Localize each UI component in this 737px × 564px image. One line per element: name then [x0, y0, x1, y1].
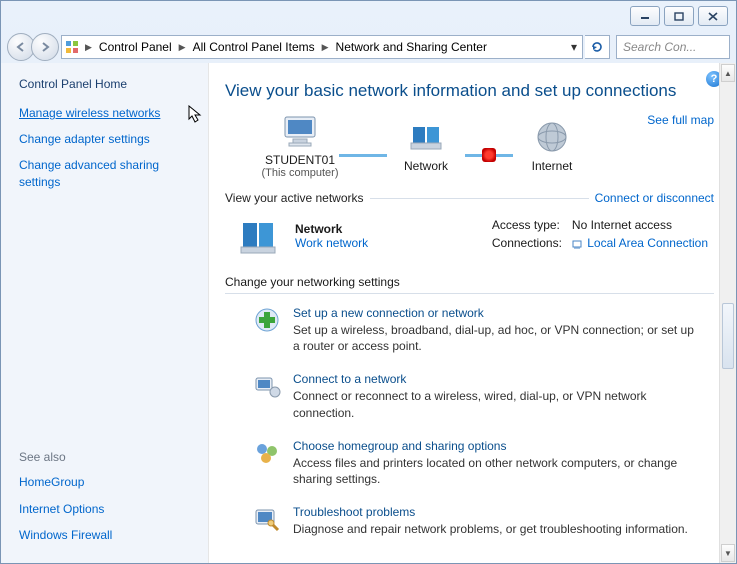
titlebar [1, 1, 736, 31]
breadcrumb-item[interactable]: Network and Sharing Center [332, 40, 491, 54]
x-error-icon [482, 148, 496, 162]
refresh-icon [590, 40, 604, 54]
task-title[interactable]: Set up a new connection or network [293, 306, 698, 320]
sidebar-item-label: Manage wireless networks [19, 106, 160, 120]
network-name: Network [295, 222, 368, 236]
minimize-button[interactable] [630, 6, 660, 26]
sidebar-link-adapter-settings[interactable]: Change adapter settings [19, 131, 196, 147]
diagram-internet[interactable]: Internet [507, 119, 597, 173]
task-setup-connection[interactable]: Set up a new connection or network Set u… [253, 306, 714, 354]
diagram-sublabel: (This computer) [261, 167, 338, 179]
scroll-thumb[interactable] [722, 303, 734, 369]
divider [225, 293, 714, 294]
diagram-label: Network [404, 159, 448, 173]
connect-icon [253, 372, 281, 400]
maximize-icon [674, 12, 684, 21]
nav-toolbar: ▶ Control Panel ▶ All Control Panel Item… [1, 31, 736, 63]
see-also-internet-options[interactable]: Internet Options [19, 501, 196, 517]
homegroup-icon [253, 439, 281, 467]
diagram-link-ok [339, 154, 387, 157]
computer-icon [279, 113, 321, 151]
back-arrow-icon [15, 41, 27, 53]
task-troubleshoot[interactable]: Troubleshoot problems Diagnose and repai… [253, 505, 714, 537]
sidebar-link-manage-wireless[interactable]: Manage wireless networks [19, 105, 196, 121]
forward-arrow-icon [39, 41, 51, 53]
connections-label: Connections: [488, 235, 566, 251]
task-homegroup[interactable]: Choose homegroup and sharing options Acc… [253, 439, 714, 487]
access-type-label: Access type: [488, 217, 566, 233]
content-area: ? View your basic network information an… [209, 63, 736, 563]
forward-button[interactable] [31, 33, 59, 61]
diagram-label: Internet [532, 159, 573, 173]
control-panel-home-link[interactable]: Control Panel Home [19, 77, 196, 91]
globe-icon [531, 119, 573, 157]
task-desc: Connect or reconnect to a wireless, wire… [293, 388, 698, 420]
see-full-map-link[interactable]: See full map [647, 113, 714, 127]
task-desc: Diagnose and repair network problems, or… [293, 521, 688, 537]
chevron-right-icon: ▶ [319, 42, 332, 53]
connect-disconnect-link[interactable]: Connect or disconnect [595, 191, 714, 205]
diagram-link-broken[interactable] [465, 154, 513, 157]
troubleshoot-icon [253, 505, 281, 533]
task-title[interactable]: Troubleshoot problems [293, 505, 688, 519]
close-icon [708, 12, 718, 21]
active-networks-header: View your active networks [225, 191, 364, 205]
page-title: View your basic network information and … [225, 81, 714, 101]
work-network-icon [239, 215, 281, 257]
network-icon [405, 119, 447, 157]
control-panel-icon [62, 40, 82, 54]
address-bar[interactable]: ▶ Control Panel ▶ All Control Panel Item… [61, 35, 583, 59]
address-dropdown[interactable]: ▾ [566, 40, 582, 54]
close-button[interactable] [698, 6, 728, 26]
sidebar-link-advanced-sharing[interactable]: Change advanced sharing settings [19, 157, 196, 189]
new-connection-icon [253, 306, 281, 334]
breadcrumb-item[interactable]: All Control Panel Items [189, 40, 319, 54]
sidebar: Control Panel Home Manage wireless netwo… [1, 63, 209, 563]
vertical-scrollbar[interactable]: ▲ ▼ [719, 63, 736, 563]
task-desc: Set up a wireless, broadband, dial-up, a… [293, 322, 698, 354]
see-also-homegroup[interactable]: HomeGroup [19, 474, 196, 490]
diagram-this-computer[interactable]: STUDENT01 (This computer) [255, 113, 345, 179]
diagram-network[interactable]: Network [381, 119, 471, 173]
minimize-icon [640, 12, 650, 20]
divider [370, 198, 589, 199]
window-frame: ▶ Control Panel ▶ All Control Panel Item… [0, 0, 737, 564]
task-title[interactable]: Connect to a network [293, 372, 698, 386]
task-title[interactable]: Choose homegroup and sharing options [293, 439, 698, 453]
see-also-label: See also [19, 450, 196, 464]
chevron-right-icon: ▶ [176, 42, 189, 53]
refresh-button[interactable] [585, 35, 610, 59]
network-type-link[interactable]: Work network [295, 236, 368, 250]
scroll-down-button[interactable]: ▼ [721, 544, 735, 562]
scroll-up-button[interactable]: ▲ [721, 64, 735, 82]
task-desc: Access files and printers located on oth… [293, 455, 698, 487]
maximize-button[interactable] [664, 6, 694, 26]
network-diagram: STUDENT01 (This computer) Network [255, 113, 597, 179]
diagram-label: STUDENT01 [265, 153, 335, 167]
ethernet-icon [572, 239, 582, 249]
task-connect-network[interactable]: Connect to a network Connect or reconnec… [253, 372, 714, 420]
connection-link[interactable]: Local Area Connection [587, 236, 708, 250]
chevron-right-icon: ▶ [82, 42, 95, 53]
change-settings-header: Change your networking settings [225, 275, 714, 289]
see-also-windows-firewall[interactable]: Windows Firewall [19, 527, 196, 543]
search-input[interactable] [621, 39, 725, 55]
access-type-value: No Internet access [568, 217, 712, 233]
breadcrumb-item[interactable]: Control Panel [95, 40, 176, 54]
search-box[interactable] [616, 35, 730, 59]
cursor-icon [187, 105, 205, 127]
